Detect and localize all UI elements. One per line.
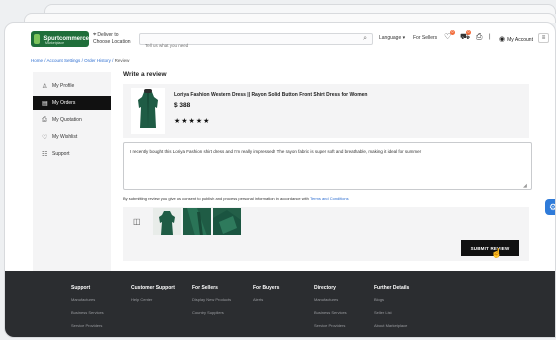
footer-link[interactable]: Manufactures [71,297,104,302]
sidebar-item-support[interactable]: ☷ Support [33,147,111,161]
my-account-label: My Account [507,37,533,43]
uploaded-image-thumbnail[interactable] [153,208,181,236]
user-icon: ♙ [42,83,48,90]
quotation-icon: ⎙ [42,116,47,123]
breadcrumb-order-history[interactable]: Order History [84,58,111,63]
footer-heading: Customer Support [131,285,175,291]
footer-link[interactable]: Country Suppliers [192,310,231,315]
location-pin-icon: ⌖ [93,32,97,38]
footer-column-directory: Directory Manufactures Business Services… [314,285,347,336]
hand-cursor-icon: ☝ [491,248,503,258]
logo-subtitle: Marketplace [45,41,65,45]
avatar-icon: ◉ [499,36,506,43]
breadcrumb: Home / Account Settings / Order History … [31,58,130,63]
sidebar-item-label: Support [52,151,70,157]
sidebar-item-my-orders[interactable]: ▤ My Orders [33,96,111,110]
page-title: Write a review [123,71,167,78]
footer-link[interactable]: About Marketplace [374,323,409,328]
footer-link[interactable]: Alerts [253,297,279,302]
product-image[interactable] [131,88,165,134]
sidebar-item-my-quotation[interactable]: ⎙ My Quotation [33,113,111,127]
footer-heading: Support [71,285,91,291]
site-footer: Support Manufactures Business Services S… [5,271,555,337]
orders-icon: ▤ [42,100,48,107]
submit-review-button[interactable]: SUBMIT REVIEW [461,240,519,256]
sidebar-item-my-wishlist[interactable]: ♡ My Wishlist [33,130,111,144]
footer-heading: Directory [314,285,336,291]
footer-column-for-buyers: For Buyers Alerts [253,285,279,310]
cart-count-badge: 0 [466,30,471,35]
sidebar-item-label: My Profile [52,83,75,89]
footer-link[interactable]: Help Center [131,297,175,302]
for-sellers-link[interactable]: For Sellers [413,35,437,41]
footer-link[interactable]: Business Services [71,310,104,315]
sidebar-item-my-profile[interactable]: ♙ My Profile [33,79,111,93]
breadcrumb-home[interactable]: Home [31,58,43,63]
product-name: Loriya Fashion Western Dress || Rayon So… [174,92,368,98]
footer-column-customer-support: Customer Support Help Center [131,285,175,310]
sidebar-item-label: My Orders [52,100,76,106]
search-input[interactable] [140,40,340,51]
my-account-menu[interactable]: ◉ My Account [499,35,533,43]
logo[interactable]: Spurtcommerce Marketplace [31,31,89,47]
search-icon[interactable]: ⌕ [363,35,367,43]
footer-link[interactable]: Blogs [374,297,409,302]
review-textarea[interactable]: I recently bought this Loriya Fashion sh… [123,142,532,190]
choose-location: Choose Location [93,39,131,45]
heart-icon: ♡ [42,134,48,141]
breadcrumb-current: Review [114,58,130,63]
settings-gear-icon[interactable]: ⚙ [545,199,555,215]
terms-link[interactable]: Terms and Conditions [310,196,349,201]
product-price: $ 388 [174,102,191,109]
footer-link[interactable]: Service Providers [71,323,104,328]
consent-message: By submitting review you give us consent… [123,196,309,201]
footer-column-further-details: Further Details Blogs Seller List About … [374,285,409,336]
logo-mark-icon [34,34,41,44]
site-header: Spurtcommerce Marketplace ⌖Deliver to Ch… [5,23,555,57]
separator: | [489,34,491,40]
support-icon: ☷ [42,151,48,158]
wishlist-count-badge: 0 [450,30,455,35]
deliver-label: Deliver to [97,32,119,38]
footer-heading: For Sellers [192,285,218,291]
product-card: Loriya Fashion Western Dress || Rayon So… [123,84,529,138]
account-sidebar: ♙ My Profile ▤ My Orders ⎙ My Quotation ♡ My… [33,72,111,284]
footer-link[interactable]: Manufactures [314,297,347,302]
language-selector[interactable]: Language ▾ [379,35,405,41]
uploaded-image-thumbnail[interactable] [213,208,241,236]
resize-handle-icon[interactable]: ◢ [523,183,527,189]
footer-heading: For Buyers [253,285,280,291]
submit-bar: SUBMIT REVIEW [123,235,529,261]
footer-link[interactable]: Service Providers [314,323,347,328]
footer-heading: Further Details [374,285,410,291]
footer-column-support: Support Manufactures Business Services S… [71,285,104,336]
footer-column-for-sellers: For Sellers Display New Products Country… [192,285,231,323]
browser-window: Spurtcommerce Marketplace ⌖Deliver to Ch… [4,22,556,338]
search-bar: ⌕ [139,33,373,51]
footer-link[interactable]: Display New Products [192,297,231,302]
menu-icon[interactable]: ≡ [538,33,549,43]
consent-text: By submitting review you give us consent… [123,196,349,201]
footer-link[interactable]: Seller List [374,310,409,315]
camera-icon[interactable]: ◫ [133,217,141,226]
breadcrumb-account-settings[interactable]: Account Settings [47,58,81,63]
star-rating[interactable]: ★★★★★ [174,117,210,125]
footer-link[interactable]: Business Services [314,310,347,315]
uploaded-image-thumbnail[interactable] [183,208,211,236]
sidebar-item-label: My Wishlist [52,134,78,140]
deliver-to[interactable]: ⌖Deliver to Choose Location [93,32,131,46]
quotation-icon[interactable]: ⎙ [476,32,482,42]
sidebar-item-label: My Quotation [52,117,82,123]
